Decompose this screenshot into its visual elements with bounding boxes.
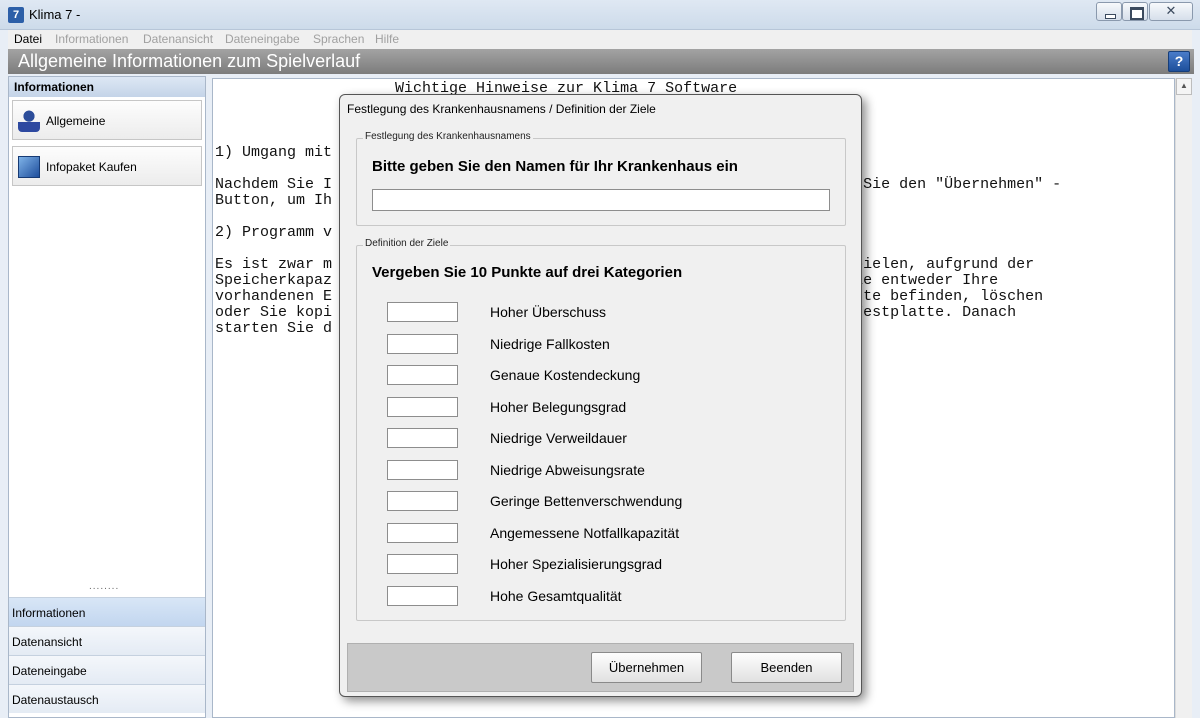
sidebar-tab-dateneingabe[interactable]: Dateneingabe <box>9 655 205 684</box>
window-title: Klima 7 - <box>29 7 81 22</box>
dialog-footer: Übernehmen Beenden <box>347 643 854 692</box>
menu-dateneingabe[interactable]: Dateneingabe <box>225 32 300 46</box>
sidebar: Informationen Allgemeine Infopaket Kaufe… <box>8 76 206 718</box>
group-legend: Definition der Ziele <box>363 238 451 249</box>
goal-label: Niedrige Verweildauer <box>490 430 627 446</box>
goal-label: Hoher Belegungsgrad <box>490 398 627 415</box>
goal-points-input[interactable] <box>387 491 458 511</box>
goal-label: Hoher Spezialisierungsgrad <box>490 556 662 572</box>
goal-points-input[interactable] <box>387 522 458 543</box>
sidebar-tab-label: Datenaustausch <box>12 693 99 707</box>
goal-points-input[interactable] <box>387 333 458 354</box>
goal-points-input[interactable] <box>387 585 458 606</box>
sidebar-splitter[interactable]: ........ <box>89 581 119 592</box>
sidebar-item-label: Infopaket Kaufen <box>46 160 137 174</box>
minimize-icon <box>1097 3 1121 20</box>
goal-label: Hoher Überschuss <box>490 304 606 320</box>
scroll-up-icon[interactable]: ▲ <box>1176 78 1192 95</box>
minimize-button[interactable] <box>1096 2 1122 21</box>
hospital-name-input[interactable] <box>372 189 830 211</box>
sidebar-title: Informationen <box>14 80 94 94</box>
title-bar: 7 Klima 7 - ✕ <box>0 0 1200 30</box>
group-legend: Festlegung des Krankenhausnamens <box>363 131 533 142</box>
goal-label: Niedrige Abweisungsrate <box>490 461 645 478</box>
goals-group: Definition der Ziele Vergeben Sie 10 Pun… <box>356 238 846 621</box>
goal-points-input[interactable] <box>387 428 458 448</box>
help-button[interactable]: ? <box>1168 51 1190 72</box>
quit-button[interactable]: Beenden <box>731 652 842 683</box>
menu-informationen[interactable]: Informationen <box>55 32 128 46</box>
goals-dialog: Festlegung des Krankenhausnamens / Defin… <box>339 94 862 697</box>
goal-label: Geringe Bettenverschwendung <box>490 493 683 509</box>
goal-points-input[interactable] <box>387 365 458 385</box>
menu-datei[interactable]: Datei <box>14 32 42 46</box>
menu-hilfe[interactable]: Hilfe <box>375 32 399 46</box>
sidebar-tab-label: Informationen <box>12 606 86 620</box>
goal-points-input[interactable] <box>387 554 458 574</box>
maximize-button[interactable] <box>1122 2 1148 21</box>
name-prompt: Bitte geben Sie den Namen für Ihr Kranke… <box>372 158 738 175</box>
goal-label: Angemessene Notfallkapazität <box>490 524 680 541</box>
sidebar-item-label: Allgemeine <box>46 114 106 128</box>
sidebar-header: Informationen <box>9 77 205 97</box>
vertical-scrollbar[interactable]: ▲ <box>1175 78 1192 718</box>
goals-prompt: Vergeben Sie 10 Punkte auf drei Kategori… <box>372 264 683 281</box>
sidebar-item-allgemeine[interactable]: Allgemeine <box>12 100 202 140</box>
goal-points-input[interactable] <box>387 396 458 417</box>
hospital-name-group: Festlegung des Krankenhausnamens Bitte g… <box>356 131 846 226</box>
goal-label: Genaue Kostendeckung <box>490 367 641 383</box>
app-icon: 7 <box>8 7 24 23</box>
page-title: Allgemeine Informationen zum Spielverlau… <box>18 51 361 71</box>
sidebar-tab-informationen[interactable]: Informationen <box>9 597 205 626</box>
sidebar-tab-label: Dateneingabe <box>12 664 87 678</box>
goal-label: Niedrige Fallkosten <box>490 335 610 352</box>
maximize-icon <box>1123 3 1147 20</box>
goal-points-input[interactable] <box>387 459 458 480</box>
sidebar-tab-datenansicht[interactable]: Datenansicht <box>9 626 205 655</box>
close-button[interactable]: ✕ <box>1149 2 1193 21</box>
goal-label: Hohe Gesamtqualität <box>490 587 622 604</box>
menu-datenansicht[interactable]: Datenansicht <box>143 32 213 46</box>
accept-button[interactable]: Übernehmen <box>591 652 702 683</box>
dialog-title: Festlegung des Krankenhausnamens / Defin… <box>347 102 656 116</box>
sidebar-item-infopaket[interactable]: Infopaket Kaufen <box>12 146 202 186</box>
section-header: Allgemeine Informationen zum Spielverlau… <box>8 49 1194 74</box>
goal-points-input[interactable] <box>387 302 458 322</box>
sidebar-tab-label: Datenansicht <box>12 635 83 649</box>
sidebar-tab-datenaustausch[interactable]: Datenaustausch <box>9 684 205 713</box>
close-icon: ✕ <box>1165 4 1177 19</box>
package-icon <box>18 156 40 178</box>
menu-sprachen[interactable]: Sprachen <box>313 32 364 46</box>
user-icon <box>18 110 40 132</box>
menu-bar: Datei Informationen Datenansicht Datenei… <box>8 30 1192 49</box>
